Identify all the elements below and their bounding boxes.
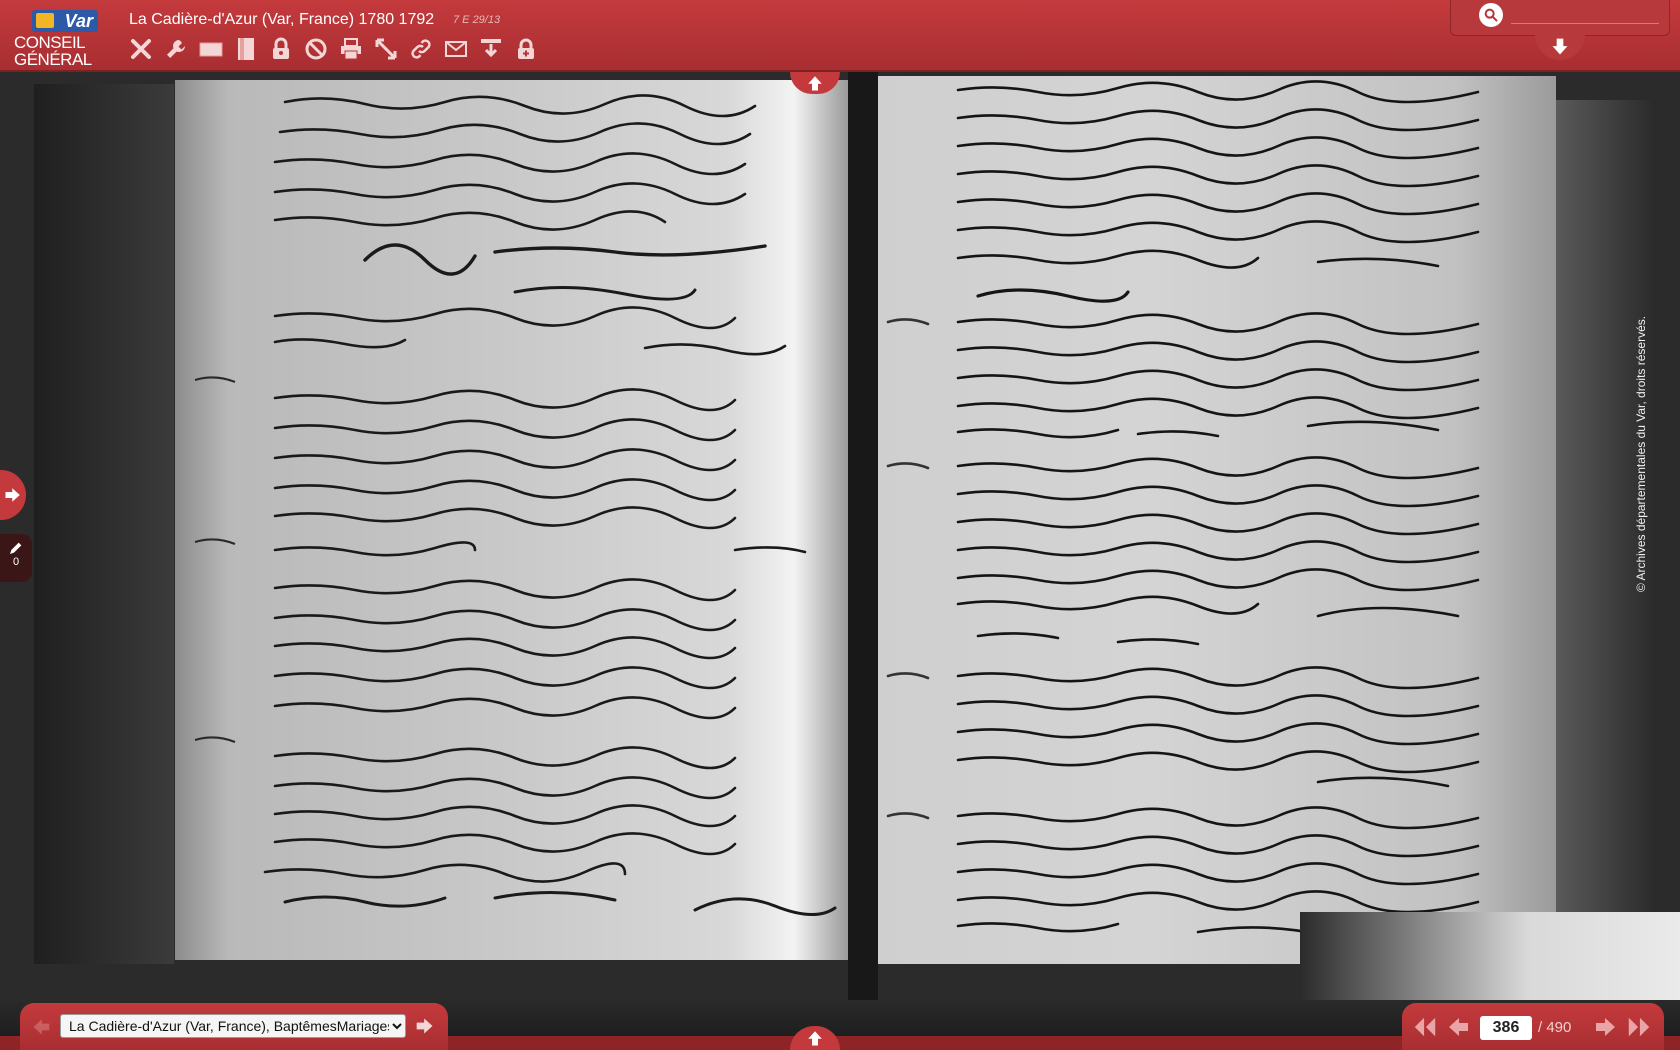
page-navigation: / 490 [1402, 1003, 1664, 1050]
link-icon [410, 39, 431, 59]
total-pages: / 490 [1538, 1019, 1572, 1036]
scan-left-edge [34, 84, 174, 964]
handwriting-right [886, 80, 1480, 941]
image-viewer[interactable]: © Archives départementales du Var, droit… [0, 72, 1680, 1000]
permalink-button[interactable] [408, 36, 433, 62]
fit-page-icon [237, 38, 254, 60]
fit-width-icon [199, 42, 222, 57]
settings-button[interactable] [163, 36, 188, 62]
mail-icon [444, 41, 467, 57]
arrow-right-icon [5, 488, 20, 502]
block-button[interactable] [303, 36, 328, 62]
expand-icon [375, 38, 396, 60]
document-selector-panel: La Cadière-d'Azur (Var, France), Baptême… [20, 1003, 448, 1050]
scan-background [1300, 912, 1680, 1000]
search-icon [1484, 8, 1498, 22]
top-bar: Var CONSEIL GÉNÉRAL La Cadière-d'Azur (V… [0, 0, 1680, 72]
scan-binding [848, 72, 878, 1000]
search-box [1450, 0, 1670, 36]
first-page-button[interactable] [1412, 1015, 1438, 1039]
expand-search-tab[interactable] [1535, 34, 1585, 60]
toolbar [128, 36, 538, 62]
logo-line2: GÉNÉRAL [14, 50, 92, 69]
print-icon [340, 38, 361, 60]
arrow-up-icon [808, 76, 822, 91]
arrow-up-icon [808, 1031, 822, 1046]
print-button[interactable] [338, 36, 363, 62]
previous-page-button[interactable] [1446, 1015, 1470, 1039]
next-document-icon[interactable] [414, 1016, 436, 1036]
lock-icon [272, 37, 289, 59]
block-icon [305, 38, 326, 60]
handwriting-left [194, 94, 837, 917]
document-select[interactable]: La Cadière-d'Azur (Var, France), Baptême… [60, 1014, 406, 1038]
annotations-count: 0 [12, 556, 20, 568]
unlock-button[interactable] [513, 36, 538, 62]
search-input[interactable] [1511, 6, 1659, 24]
document-cote: 7 E 29/13 [453, 14, 501, 26]
close-icon [130, 39, 151, 59]
unlock-icon [517, 38, 534, 59]
download-icon [480, 39, 501, 58]
arrow-down-icon [1552, 38, 1568, 55]
next-page-button[interactable] [1594, 1015, 1618, 1039]
download-button[interactable] [478, 36, 503, 62]
pencil-icon [10, 542, 22, 554]
annotations-button[interactable]: 0 [0, 534, 32, 582]
email-button[interactable] [443, 36, 468, 62]
register-scan: © Archives départementales du Var, droit… [0, 72, 1680, 1000]
lock-button[interactable] [268, 36, 293, 62]
register-page-right [878, 76, 1556, 964]
last-page-button[interactable] [1626, 1015, 1652, 1039]
wrench-icon [166, 40, 185, 58]
logo-var: Var [32, 10, 98, 32]
fullscreen-button[interactable] [373, 36, 398, 62]
conseil-general-logo[interactable]: Var CONSEIL GÉNÉRAL [14, 10, 100, 69]
search-button[interactable] [1479, 3, 1503, 27]
page-number-input[interactable] [1480, 1016, 1532, 1040]
logo-line1: CONSEIL [14, 33, 86, 52]
register-page-left [175, 80, 848, 960]
fit-page-button[interactable] [233, 36, 258, 62]
document-title: La Cadière-d'Azur (Var, France) 1780 179… [129, 11, 435, 28]
previous-document-icon[interactable] [30, 1017, 52, 1037]
close-button[interactable] [128, 36, 153, 62]
fit-width-button[interactable] [198, 36, 223, 62]
